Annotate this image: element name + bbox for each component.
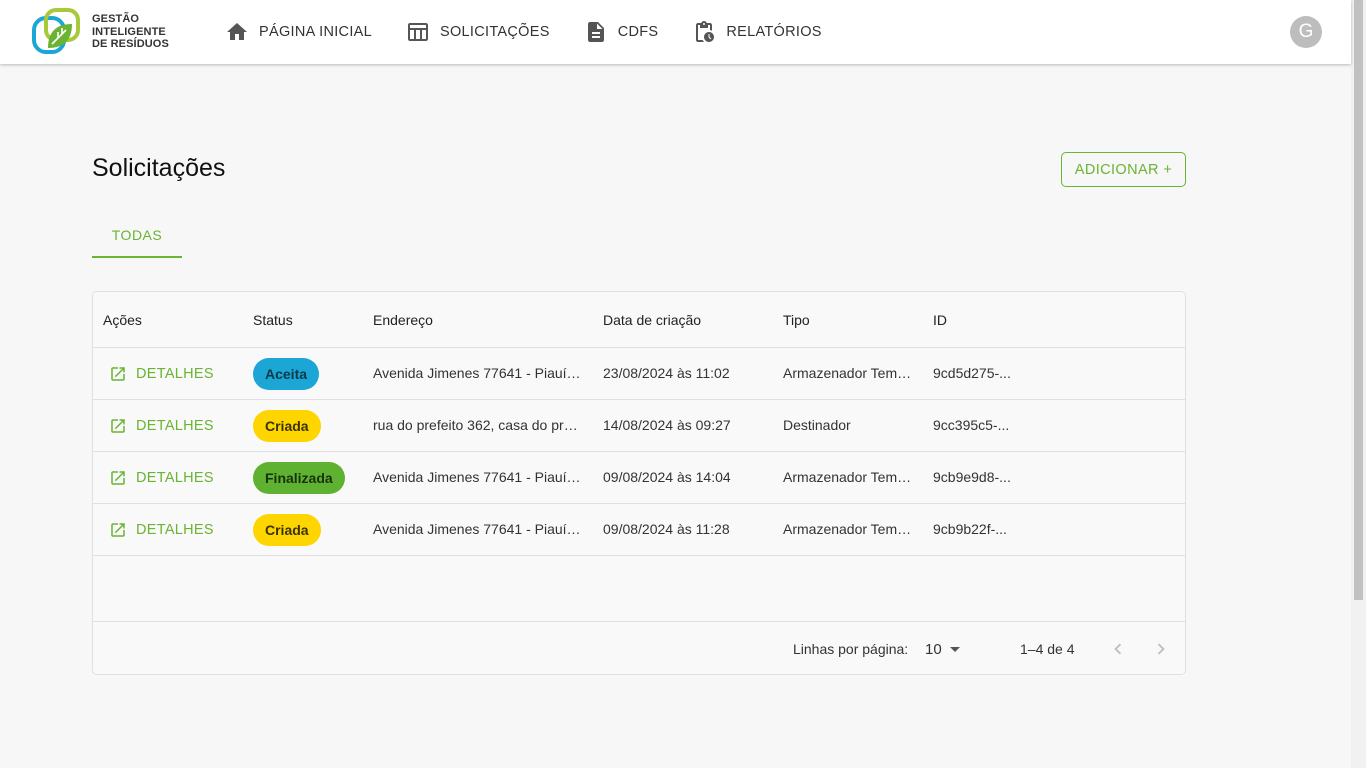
nav-item-home[interactable]: PÁGINA INICIAL [225, 12, 372, 52]
nav-item-solicitacoes[interactable]: SOLICITAÇÕES [406, 12, 550, 52]
cell-tipo: Destinador [783, 417, 851, 433]
nav-item-label: CDFS [617, 24, 659, 40]
rows-per-page-value: 10 [925, 640, 942, 658]
nav-item-label: RELATÓRIOS [726, 24, 822, 40]
nav-item-label: SOLICITAÇÕES [440, 24, 550, 40]
cell-data: 09/08/2024 às 11:28 [603, 521, 730, 537]
cell-endereco: rua do prefeito 362, casa do prefeito [373, 417, 583, 433]
cell-tipo: Armazenador Temporário [783, 521, 913, 537]
details-label: DETALHES [136, 366, 214, 382]
chevron-left-icon [1114, 643, 1122, 655]
brand-logo[interactable]: GESTÃO INTELIGENTE DE RESÍDUOS [32, 8, 172, 56]
column-header-acoes[interactable]: Ações [103, 292, 243, 348]
column-header-endereco[interactable]: Endereço [373, 292, 583, 348]
logo-line: GESTÃO [92, 13, 140, 26]
rows-per-page-label: Linhas por página: [793, 641, 909, 657]
cell-id: 9cd5d275-... [933, 365, 1011, 381]
tab-todas[interactable]: TODAS [92, 210, 182, 259]
nav-item-cdfs[interactable]: CDFS [584, 12, 659, 52]
cell-endereco: Avenida Jimenes 77641 - Piauí - Brasil [373, 365, 583, 381]
home-icon [227, 23, 247, 40]
previous-page-button[interactable] [1104, 635, 1132, 663]
logo-line: INTELIGENTE [92, 25, 166, 38]
column-header-status[interactable]: Status [253, 292, 363, 348]
next-page-button[interactable] [1147, 635, 1175, 663]
cell-tipo: Armazenador Temporário [783, 365, 913, 381]
chevron-right-icon [1157, 643, 1165, 655]
table-row[interactable]: DETALHES Aceita Avenida Jimenes 77641 - … [93, 348, 1185, 400]
logo-wordmark: GESTÃO INTELIGENTE DE RESÍDUOS [92, 13, 169, 51]
column-header-data[interactable]: Data de criação [603, 292, 773, 348]
tab-indicator [92, 256, 182, 258]
document-icon [587, 22, 604, 42]
table-row[interactable]: DETALHES Criada rua do prefeito 362, cas… [93, 400, 1185, 452]
clipboard-clock-icon [696, 21, 715, 42]
solicitacoes-table: Ações Status Endereço Data de criação Ti… [92, 291, 1186, 675]
cell-data: 14/08/2024 às 09:27 [603, 417, 731, 433]
table-row[interactable]: DETALHES Criada Avenida Jimenes 77641 - … [93, 504, 1185, 556]
scrollbar-thumb[interactable] [1354, 0, 1363, 600]
logo-line: DE RESÍDUOS [92, 38, 169, 51]
cell-data: 23/08/2024 às 11:02 [603, 365, 730, 381]
open-in-new-icon [111, 523, 125, 537]
caret-down-icon [949, 646, 960, 652]
cell-tipo: Armazenador Temporário [783, 469, 913, 485]
cell-data: 09/08/2024 às 14:04 [603, 469, 731, 485]
page-scrollbar[interactable] [1351, 0, 1366, 768]
cell-endereco: Avenida Jimenes 77641 - Piauí - Brasil [373, 521, 583, 537]
details-button[interactable]: DETALHES [109, 358, 214, 390]
details-label: DETALHES [136, 522, 214, 538]
main-nav: PÁGINA INICIAL SOLICITAÇÕES CDFS RELATÓR… [225, 0, 822, 64]
details-label: DETALHES [136, 470, 214, 486]
nav-item-label: PÁGINA INICIAL [259, 24, 372, 40]
details-label: DETALHES [136, 418, 214, 434]
table-row[interactable]: DETALHES Finalizada Avenida Jimenes 7764… [93, 452, 1185, 504]
cell-id: 9cb9e9d8-... [933, 469, 1011, 485]
logo-icon [32, 8, 80, 54]
open-in-new-icon [111, 471, 125, 485]
details-button[interactable]: DETALHES [109, 410, 214, 442]
cell-id: 9cb9b22f-... [933, 521, 1007, 537]
rows-per-page-select[interactable]: 10 [925, 634, 960, 664]
status-badge: Finalizada [253, 462, 345, 494]
nav-item-relatorios[interactable]: RELATÓRIOS [692, 12, 821, 52]
pagination-range: 1–4 de 4 [1020, 641, 1075, 657]
table-header: Ações Status Endereço Data de criação Ti… [93, 292, 1185, 348]
add-button[interactable]: ADICIONAR + [1061, 152, 1186, 187]
details-button[interactable]: DETALHES [109, 514, 214, 546]
calendar-view-icon [408, 23, 428, 41]
cell-id: 9cc395c5-... [933, 417, 1010, 433]
status-badge: Aceita [253, 358, 320, 390]
cell-endereco: Avenida Jimenes 77641 - Piauí - Brasil [373, 469, 583, 485]
page-title: Solicitações [92, 154, 226, 182]
column-header-id[interactable]: ID [933, 292, 1013, 348]
status-badge: Criada [253, 514, 321, 546]
user-avatar[interactable]: G [1290, 16, 1322, 48]
app-bar: GESTÃO INTELIGENTE DE RESÍDUOS PÁGINA IN… [0, 0, 1351, 64]
column-header-tipo[interactable]: Tipo [783, 292, 913, 348]
open-in-new-icon [111, 419, 125, 433]
status-badge: Criada [253, 410, 321, 442]
table-pagination: Linhas por página: 10 1–4 de 4 [93, 621, 1185, 675]
details-button[interactable]: DETALHES [109, 462, 214, 494]
open-in-new-icon [111, 367, 125, 381]
